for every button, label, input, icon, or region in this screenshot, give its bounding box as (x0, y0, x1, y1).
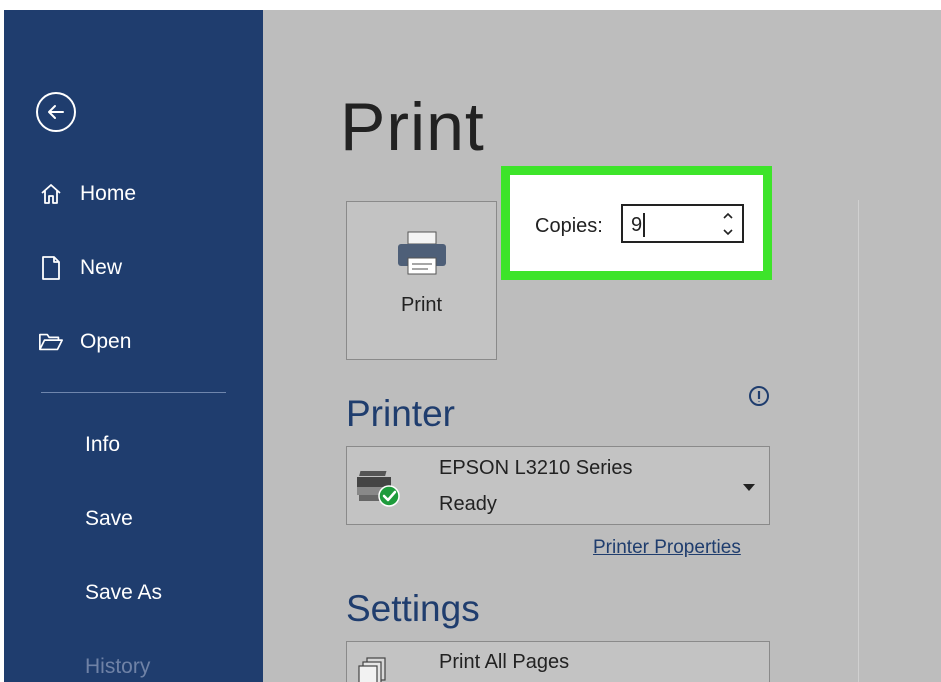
sidebar-item-save-as[interactable]: Save As (85, 581, 162, 605)
sidebar-item-save[interactable]: Save (85, 507, 133, 531)
printer-status: Ready (439, 493, 497, 515)
copies-stepper[interactable] (721, 208, 735, 240)
sidebar-item-history[interactable]: History (85, 655, 150, 679)
new-document-icon (38, 255, 64, 281)
chevron-down-icon (743, 484, 755, 491)
sidebar-item-label: Home (80, 182, 137, 205)
sidebar-item-label: New (80, 256, 123, 279)
print-range-dropdown[interactable]: Print All Pages (346, 641, 770, 682)
backstage-sidebar: Home New Open Info Save Save As History (4, 10, 263, 682)
printer-name: EPSON L3210 Series (439, 457, 633, 479)
open-folder-icon (38, 329, 64, 355)
text-caret (643, 213, 645, 237)
home-icon (38, 181, 64, 207)
printer-heading: Printer (346, 393, 455, 434)
back-button[interactable] (36, 92, 76, 132)
printer-properties-link[interactable]: Printer Properties (593, 537, 741, 559)
back-arrow-icon (48, 105, 64, 119)
app-window: Home New Open Info Save Save As History … (4, 10, 941, 682)
copies-input[interactable]: 9 (621, 204, 744, 243)
page-title: Print (340, 89, 485, 165)
sidebar-divider (41, 392, 226, 393)
sidebar-item-info[interactable]: Info (85, 433, 120, 457)
printer-ready-icon (357, 471, 400, 507)
print-range-selected: Print All Pages (439, 651, 570, 673)
print-pane: Print Print Copies: 9 Printer EPSON L321… (263, 10, 941, 682)
sidebar-item-home[interactable]: Home (38, 177, 136, 211)
sidebar-item-new[interactable]: New (38, 251, 122, 285)
printer-dropdown[interactable]: EPSON L3210 Series Ready (346, 446, 770, 525)
sidebar-item-label: Open (80, 330, 132, 353)
preview-divider (858, 200, 859, 682)
sidebar-item-open[interactable]: Open (38, 325, 131, 359)
printer-icon (398, 231, 446, 275)
print-button-label: Print (400, 294, 443, 316)
settings-heading: Settings (346, 588, 480, 629)
info-icon[interactable] (748, 385, 770, 407)
copies-label: Copies: (535, 215, 603, 237)
copies-value: 9 (631, 214, 643, 236)
pages-icon (358, 657, 386, 682)
copies-panel: Copies: 9 (510, 175, 763, 271)
print-button[interactable]: Print (346, 201, 497, 360)
